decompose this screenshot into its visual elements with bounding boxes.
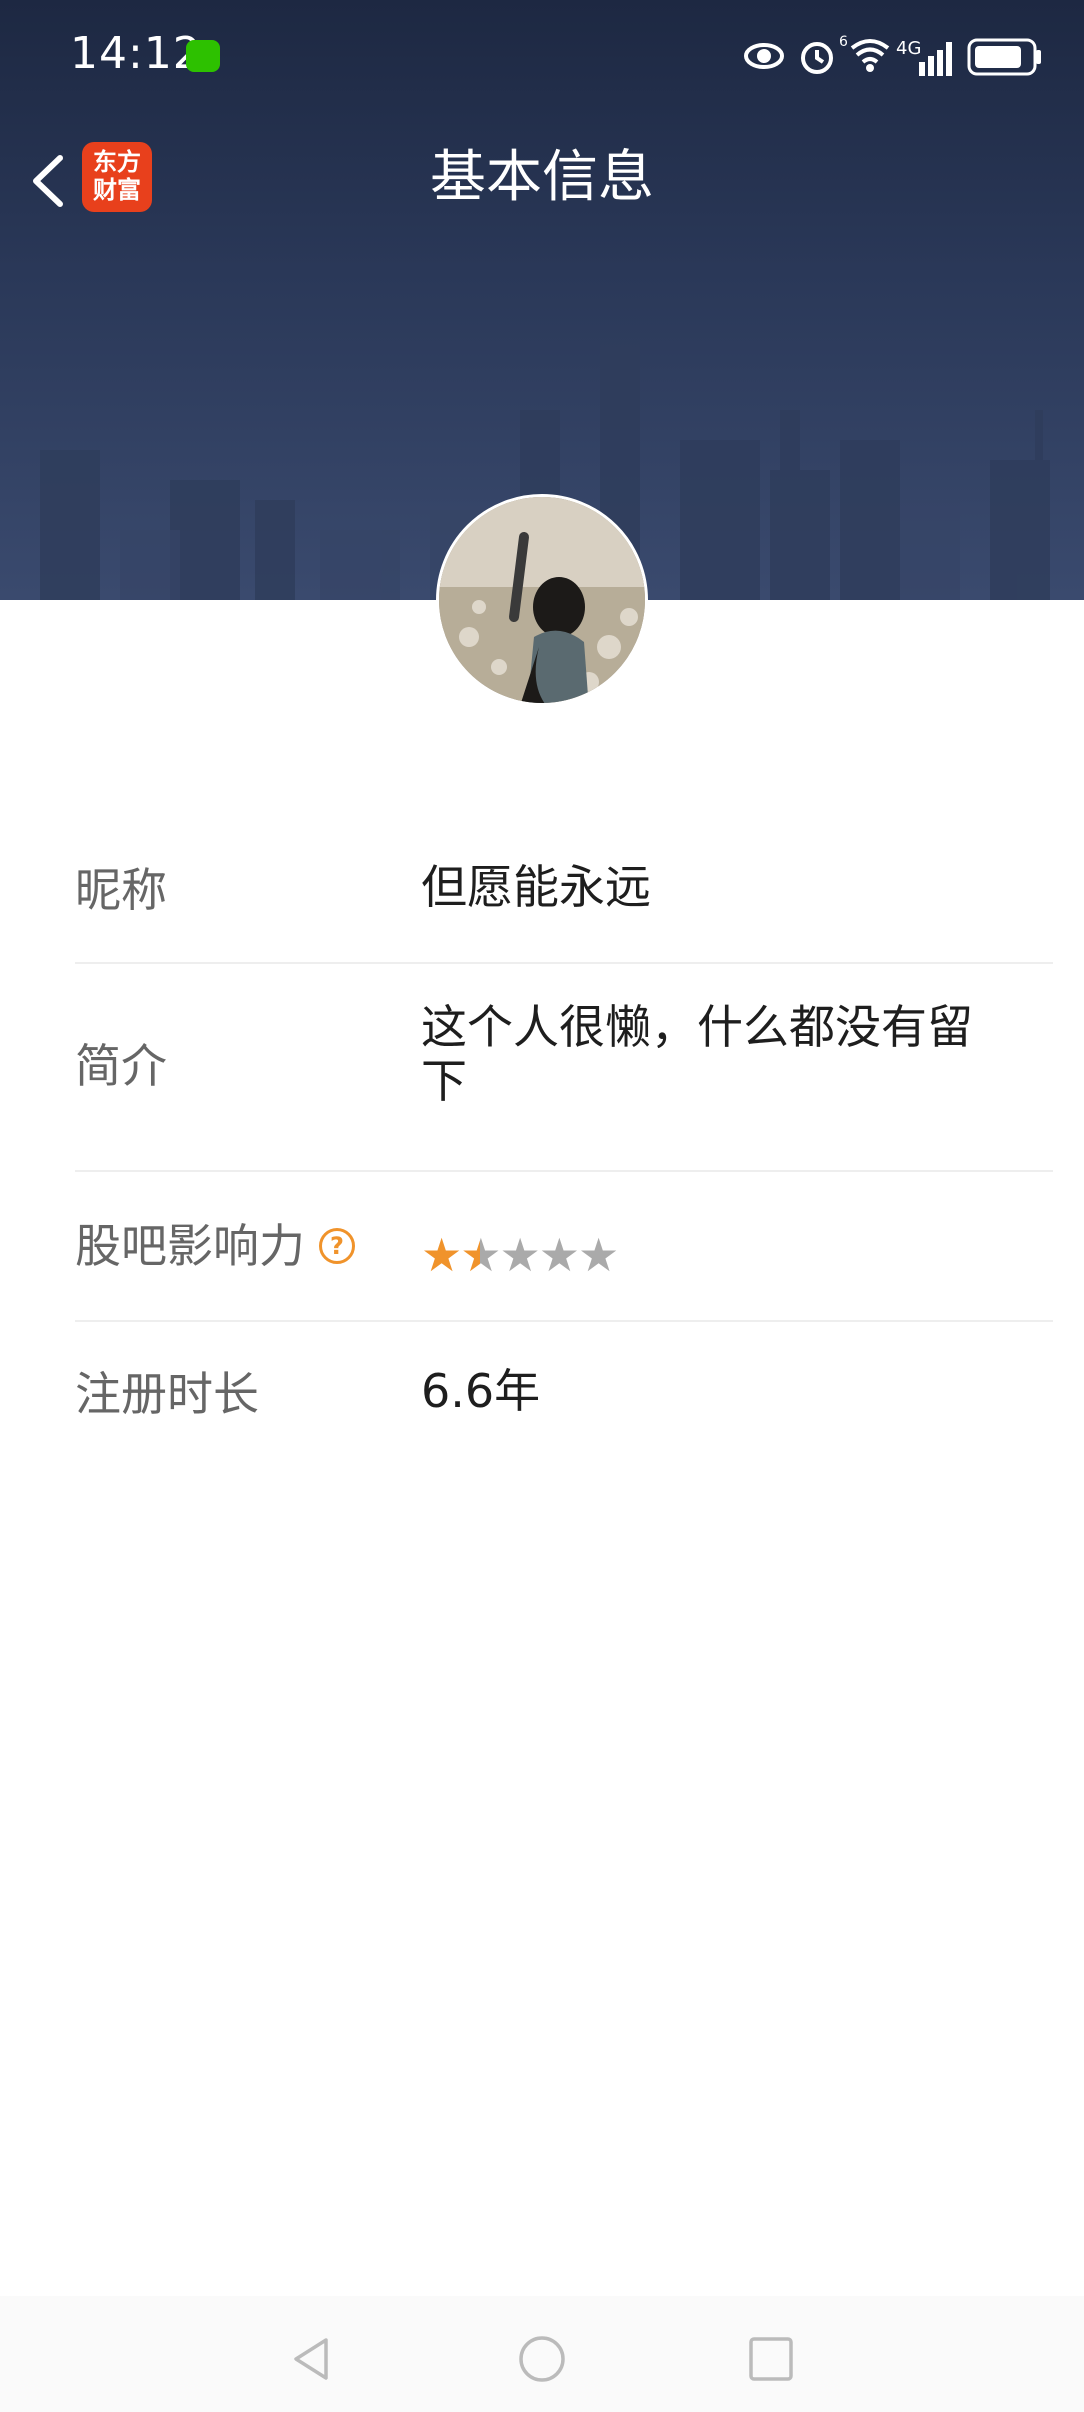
influence-label-group: 股吧影响力? [75, 1216, 355, 1276]
nickname-label: 昵称 [75, 863, 167, 917]
registration-label: 注册时长 [75, 1367, 259, 1421]
back-triangle-icon[interactable] [286, 2334, 336, 2384]
help-icon[interactable]: ? [319, 1227, 355, 1264]
svg-text:4G: 4G [896, 38, 921, 59]
home-circle-icon[interactable] [517, 2334, 567, 2384]
wifi-icon [850, 39, 890, 50]
system-navigation-bar [0, 2296, 1084, 2412]
profile-info-list: 昵称 但愿能永远 简介 这个人很懒，什么都没有留下 股吧影响力? ★★★★★ 注… [75, 820, 1053, 1470]
registration-row: 注册时长 6.6年 [75, 1322, 1053, 1470]
user-avatar[interactable] [436, 494, 648, 706]
bio-label: 简介 [75, 1039, 167, 1093]
page-title: 基本信息 [430, 145, 654, 210]
signal-icon [919, 62, 925, 76]
wechat-notification-icon [186, 40, 220, 72]
bio-row: 简介 这个人很懒，什么都没有留下 [75, 964, 1053, 1172]
avatar-photo [439, 497, 645, 703]
clock: 14:12 [70, 28, 202, 79]
influence-label: 股吧影响力 [75, 1219, 305, 1273]
status-icons: 4G 6 [744, 34, 1041, 76]
top-navigation: 东方 财富 基本信息 [0, 120, 1084, 240]
star-full-icon: ★ [421, 1228, 462, 1282]
influence-row: 股吧影响力? ★★★★★ [75, 1172, 1053, 1322]
registration-value: 6.6年 [421, 1364, 541, 1418]
influence-rating: ★★★★★ [421, 1228, 1013, 1282]
star-empty-icon: ★ [538, 1228, 580, 1282]
star-half-icon: ★ [460, 1228, 501, 1282]
recents-square-icon[interactable] [746, 2334, 796, 2384]
status-bar: 14:12 4G 6 [0, 0, 1084, 110]
star-empty-icon: ★ [578, 1228, 619, 1282]
nickname-value: 但愿能永远 [421, 860, 651, 914]
bio-value: 这个人很懒，什么都没有留下 [421, 1000, 973, 1108]
star-empty-icon: ★ [499, 1228, 541, 1282]
battery-icon [967, 38, 1041, 76]
svg-text:6: 6 [839, 34, 848, 50]
nickname-row: 昵称 但愿能永远 [75, 820, 1053, 964]
